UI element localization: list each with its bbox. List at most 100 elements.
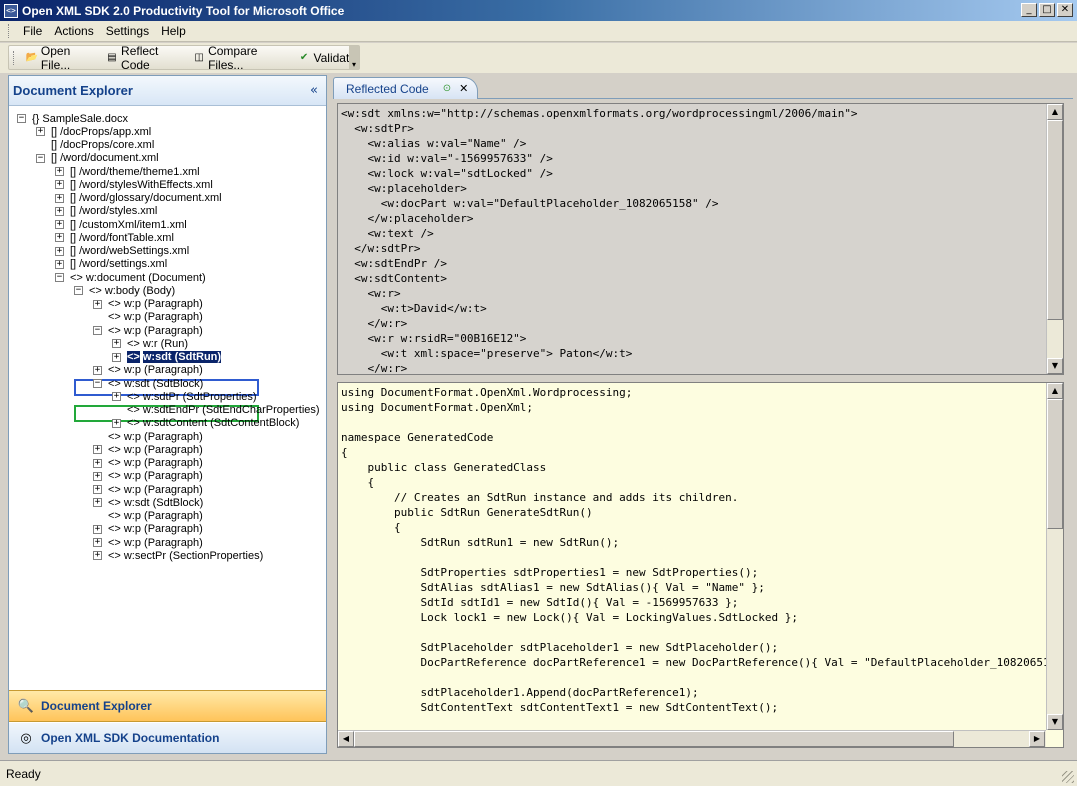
close-button[interactable]: ✕ bbox=[1057, 3, 1073, 17]
pin-icon[interactable]: ⊙ bbox=[443, 83, 451, 94]
expand-icon[interactable]: + bbox=[93, 471, 102, 481]
compare-files-button[interactable]: ◫ Compare Files... bbox=[189, 44, 294, 72]
expand-icon[interactable]: + bbox=[112, 352, 121, 362]
tree-node[interactable]: −[]/word/document.xml bbox=[36, 152, 159, 165]
xml-scroll-thumb[interactable] bbox=[1047, 120, 1063, 320]
tree-node[interactable]: + []/word/fontTable.xml bbox=[55, 231, 174, 244]
tree-node[interactable]: + []/word/stylesWithEffects.xml bbox=[55, 178, 213, 191]
collapse-icon[interactable]: − bbox=[93, 326, 102, 335]
expand-icon[interactable]: + bbox=[55, 220, 64, 229]
tree-node[interactable]: + <> w:p (Paragraph) bbox=[93, 536, 203, 549]
tree-node[interactable]: − <> w:p (Paragraph) bbox=[93, 324, 203, 337]
tree-node[interactable]: + <> w:p (Paragraph) bbox=[93, 470, 203, 483]
expand-icon[interactable]: + bbox=[93, 445, 102, 455]
collapse-icon[interactable]: − bbox=[55, 273, 64, 282]
collapse-icon[interactable]: − bbox=[93, 379, 102, 388]
scroll-up-arrow-icon[interactable]: ▲ bbox=[1047, 383, 1063, 399]
expand-icon[interactable]: + bbox=[36, 127, 45, 137]
tree-node[interactable]: + <> w:p (Paragraph) bbox=[93, 483, 203, 496]
tree-node[interactable]: + <> w:p (Paragraph) bbox=[93, 523, 203, 536]
scroll-up-arrow-icon[interactable]: ▲ bbox=[1047, 104, 1063, 120]
expand-icon[interactable]: + bbox=[93, 551, 102, 561]
scroll-left-arrow-icon[interactable]: ◀ bbox=[338, 731, 354, 747]
expand-icon[interactable]: + bbox=[93, 498, 102, 508]
tree-node[interactable]: + []/word/settings.xml bbox=[55, 258, 167, 271]
expand-icon[interactable]: + bbox=[55, 206, 64, 216]
nav-documentation[interactable]: ◎ Open XML SDK Documentation bbox=[9, 723, 326, 753]
tree-node[interactable]: + <> w:sdt (SdtBlock) bbox=[93, 496, 203, 509]
tree-node[interactable]: + <> w:r (Run) bbox=[112, 337, 188, 350]
element-icon: <> bbox=[127, 390, 140, 403]
tree-node[interactable]: − <> w:body (Body) bbox=[74, 284, 175, 297]
minimize-button[interactable]: _ bbox=[1021, 3, 1037, 17]
tree-node[interactable]: + <> w:p (Paragraph) bbox=[93, 443, 203, 456]
tree-node[interactable]: + <> w:p (Paragraph) bbox=[93, 298, 203, 311]
expand-icon[interactable]: + bbox=[93, 538, 102, 547]
expand-icon[interactable]: + bbox=[93, 524, 102, 534]
collapse-icon[interactable]: − bbox=[36, 153, 45, 163]
tree-node-label: w:p (Paragraph) bbox=[123, 430, 203, 443]
expand-icon[interactable]: + bbox=[112, 392, 121, 402]
tree-node[interactable]: + []/word/styles.xml bbox=[55, 205, 157, 218]
toolbar-grip[interactable] bbox=[13, 50, 16, 65]
expand-icon[interactable]: + bbox=[93, 458, 102, 468]
tree-node[interactable]: + []/word/webSettings.xml bbox=[55, 245, 189, 258]
toolbar-overflow-button[interactable]: ▾ bbox=[349, 46, 359, 69]
code-hscroll-thumb[interactable] bbox=[354, 731, 954, 747]
tree-node[interactable]: + <> w:sdtPr (SdtProperties) bbox=[112, 390, 257, 403]
tree-node[interactable]: + []/word/theme/theme1.xml bbox=[55, 165, 200, 178]
tree-node[interactable]: + []/customXml/item1.xml bbox=[55, 218, 187, 231]
tree-node[interactable]: + []/word/glossary/document.xml bbox=[55, 192, 222, 205]
expand-icon[interactable]: + bbox=[55, 193, 64, 203]
tree-node[interactable]: + <> w:p (Paragraph) bbox=[93, 364, 203, 377]
reflect-code-button[interactable]: ▤ Reflect Code bbox=[102, 44, 189, 72]
expand-icon[interactable]: + bbox=[112, 418, 121, 428]
tree-node[interactable]: []/docProps/core.xml bbox=[36, 139, 154, 152]
collapse-icon[interactable]: − bbox=[17, 114, 26, 123]
collapse-icon[interactable]: − bbox=[74, 286, 83, 296]
tree-node[interactable]: + []/docProps/app.xml bbox=[36, 125, 151, 138]
tree-node[interactable]: <> w:p (Paragraph) bbox=[93, 430, 203, 443]
expand-icon[interactable]: + bbox=[55, 246, 64, 256]
tree-node[interactable]: + <> w:p (Paragraph) bbox=[93, 457, 203, 470]
code-scroll-thumb[interactable] bbox=[1047, 399, 1063, 529]
reflect-code-icon: ▤ bbox=[107, 52, 117, 63]
tree-node[interactable]: + <> w:sdtContent (SdtContentBlock) bbox=[112, 417, 299, 430]
tree-node-label: w:p (Paragraph) bbox=[123, 311, 203, 324]
tree-node-selected[interactable]: + <> w:sdt (SdtRun) bbox=[112, 351, 222, 364]
code-horizontal-scrollbar[interactable]: ◀ ▶ bbox=[338, 730, 1046, 747]
tree-node[interactable]: −{} SampleSale.docx bbox=[17, 112, 128, 125]
tree-node[interactable]: − <> w:sdt (SdtBlock) bbox=[93, 377, 203, 390]
menu-help[interactable]: Help bbox=[155, 22, 192, 40]
expand-icon[interactable]: + bbox=[55, 259, 64, 269]
code-vertical-scrollbar[interactable]: ▲ ▼ bbox=[1046, 383, 1063, 730]
resize-grip-icon[interactable] bbox=[1062, 771, 1074, 783]
close-tab-icon[interactable]: ✕ bbox=[459, 82, 468, 95]
expand-icon[interactable]: + bbox=[112, 339, 121, 349]
menu-actions[interactable]: Actions bbox=[48, 22, 99, 40]
collapse-panel-icon[interactable]: « bbox=[310, 83, 318, 98]
menu-settings[interactable]: Settings bbox=[100, 22, 155, 40]
expand-icon[interactable]: + bbox=[55, 167, 64, 176]
expand-icon[interactable]: + bbox=[93, 299, 102, 309]
scroll-down-arrow-icon[interactable]: ▼ bbox=[1047, 358, 1063, 374]
csharp-code-view[interactable]: using DocumentFormat.OpenXml.Wordprocess… bbox=[337, 382, 1064, 748]
scroll-right-arrow-icon[interactable]: ▶ bbox=[1029, 731, 1045, 747]
tree-node[interactable]: <> w:p (Paragraph) bbox=[93, 510, 203, 523]
scroll-down-arrow-icon[interactable]: ▼ bbox=[1047, 714, 1063, 730]
tree-node[interactable]: − <> w:document (Document) bbox=[55, 271, 206, 284]
expand-icon[interactable]: + bbox=[93, 365, 102, 375]
menu-file[interactable]: File bbox=[17, 22, 48, 40]
nav-document-explorer[interactable]: 🔍 Document Explorer bbox=[9, 690, 326, 722]
tree-node[interactable]: <> w:p (Paragraph) bbox=[93, 311, 203, 324]
maximize-button[interactable]: □ bbox=[1039, 3, 1055, 17]
xml-vertical-scrollbar[interactable]: ▲ ▼ bbox=[1046, 104, 1063, 374]
tree-node[interactable]: + <> w:sectPr (SectionProperties) bbox=[93, 549, 263, 562]
xml-view[interactable]: <w:sdt xmlns:w="http://schemas.openxmlfo… bbox=[337, 103, 1064, 375]
tab-reflected-code[interactable]: Reflected Code ⊙ ✕ bbox=[333, 77, 478, 99]
expand-icon[interactable]: + bbox=[55, 233, 64, 243]
expand-icon[interactable]: + bbox=[55, 180, 64, 190]
tree-node[interactable]: <> w:sdtEndPr (SdtEndCharProperties) bbox=[112, 404, 320, 417]
expand-icon[interactable]: + bbox=[93, 485, 102, 494]
open-file-button[interactable]: 📂 Open File... bbox=[22, 44, 102, 72]
